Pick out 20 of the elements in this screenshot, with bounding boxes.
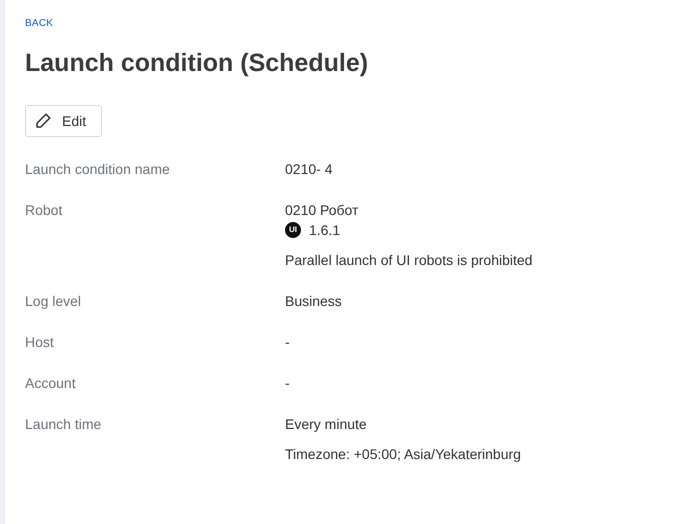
field-label: Launch time: [25, 415, 102, 434]
field-label: Account: [25, 374, 77, 393]
robot-type-badge: UI: [285, 222, 301, 238]
field-label: Log level: [25, 292, 82, 311]
field-label: Launch condition name: [25, 160, 171, 179]
pencil-icon: [34, 112, 52, 130]
field-label: Host: [25, 333, 55, 352]
page-title: Launch condition (Schedule): [25, 48, 368, 79]
version-text: 1.6.1: [309, 221, 340, 240]
edit-button[interactable]: Edit: [25, 105, 102, 137]
field-label: Robot: [25, 201, 64, 220]
field-value: Every minute: [285, 415, 368, 434]
field-note: Parallel launch of UI robots is prohibited: [285, 251, 532, 270]
field-value: -: [285, 374, 290, 393]
field-value: Business: [285, 292, 342, 311]
field-value: -: [285, 333, 290, 352]
back-link[interactable]: BACK: [25, 16, 54, 31]
field-value: 0210- 4: [285, 160, 332, 179]
field-value: 0210 Робот: [285, 201, 360, 220]
field-note: Timezone: +05:00; Asia/Yekaterinburg: [285, 445, 521, 464]
